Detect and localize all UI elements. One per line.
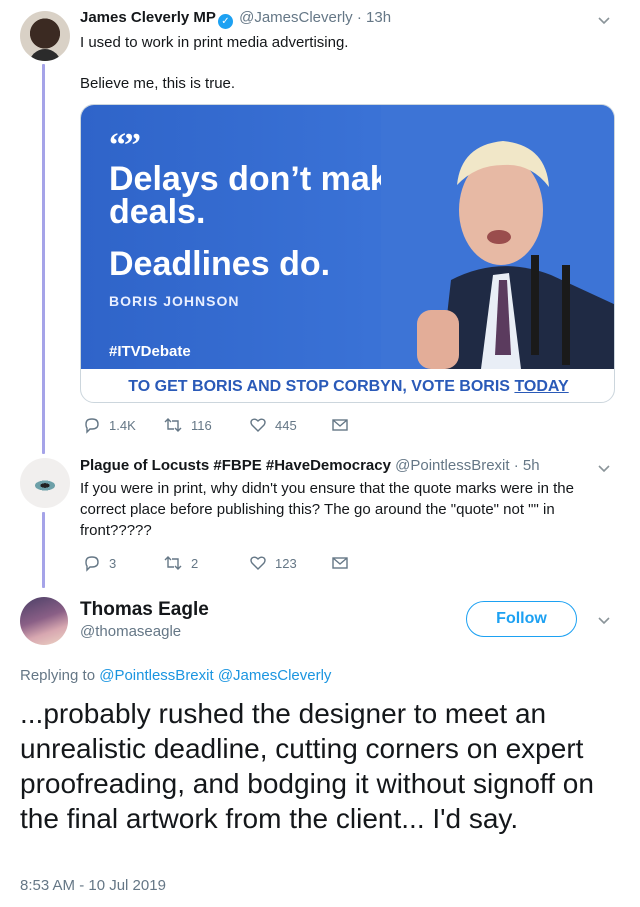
retweet-action[interactable]: 2 [163,554,249,572]
retweet-count: 2 [191,555,199,571]
thread-connector [42,64,45,454]
tweet-text: I used to work in print media advertisin… [80,34,349,51]
tweet-actions: 1.4K 116 445 [83,416,357,434]
card-banner[interactable]: TO GET BORIS AND STOP CORBYN, VOTE BORIS… [81,369,614,402]
like-count: 445 [275,417,297,433]
avatar[interactable] [20,597,68,645]
banner-text: TO GET BORIS AND STOP CORBYN, VOTE BORIS [128,378,510,395]
like-action[interactable]: 123 [249,554,331,572]
verified-badge-icon: ✓ [217,14,233,29]
chevron-down-icon[interactable] [596,12,612,28]
tweet-header: Plague of Locusts #FBPE #HaveDemocracy @… [80,457,540,474]
card-author: BORIS JOHNSON [109,293,240,309]
reply-icon [85,556,99,572]
separator: · [513,457,519,474]
speaker-photo [381,105,614,369]
like-icon [250,418,266,432]
reply-mention[interactable]: @JamesCleverly [218,667,332,684]
dm-action[interactable] [331,417,357,433]
dm-action[interactable] [331,555,357,571]
tweet-text: Believe me, this is true. [80,75,236,92]
author-name[interactable]: James Cleverly MP [80,9,216,26]
reply-count: 3 [109,555,117,571]
like-icon [250,556,266,570]
reply-icon [85,418,99,434]
retweet-count: 116 [191,417,212,433]
like-action[interactable]: 445 [249,416,331,434]
author-name[interactable]: Thomas Eagle [80,599,209,621]
card-hashtag: #ITVDebate [109,343,191,360]
reply-count: 1.4K [109,417,136,433]
card-headline: Delays don’t make deals. [109,160,408,231]
tweet-time[interactable]: 13h [366,9,391,26]
direct-message-icon [332,557,348,569]
tweet-text: If you were in print, why didn't you ens… [80,480,574,539]
tweet-timestamp[interactable]: 8:53 AM - 10 Jul 2019 [20,877,166,894]
card-headline-2: Deadlines do. [109,245,331,283]
avatar[interactable] [20,458,70,508]
direct-message-icon [332,419,348,431]
tweet-time[interactable]: 5h [523,457,540,474]
tweet-header: James Cleverly MP ✓ @JamesCleverly · 13h [80,9,391,29]
retweet-icon [164,556,182,570]
like-count: 123 [275,555,297,571]
reply-action[interactable]: 3 [83,554,163,572]
chevron-down-icon[interactable] [596,612,612,628]
retweet-icon [164,418,182,432]
thread-connector [42,512,45,588]
retweet-action[interactable]: 116 [163,416,249,434]
chevron-down-icon[interactable] [596,460,612,476]
separator: · [356,9,362,26]
card-image: “” Delays don’t make deals. Deadlines do… [81,105,614,369]
author-handle[interactable]: @JamesCleverly [239,9,353,26]
avatar[interactable] [20,11,70,61]
reply-mention[interactable]: @PointlessBrexit [99,667,213,684]
author-handle[interactable]: @PointlessBrexit [395,457,509,474]
follow-button[interactable]: Follow [466,601,577,637]
media-card[interactable]: “” Delays don’t make deals. Deadlines do… [80,104,615,403]
replying-prefix: Replying to [20,667,96,684]
banner-underlined: TODAY [514,378,569,395]
reply-action[interactable]: 1.4K [83,416,163,434]
author-name[interactable]: Plague of Locusts #FBPE #HaveDemocracy [80,457,391,474]
replying-to: Replying to @PointlessBrexit @JamesCleve… [20,667,331,684]
author-handle[interactable]: @thomaseagle [80,623,181,640]
focus-tweet-text: ...probably rushed the designer to meet … [20,698,594,834]
tweet-actions: 3 2 123 [83,554,357,572]
